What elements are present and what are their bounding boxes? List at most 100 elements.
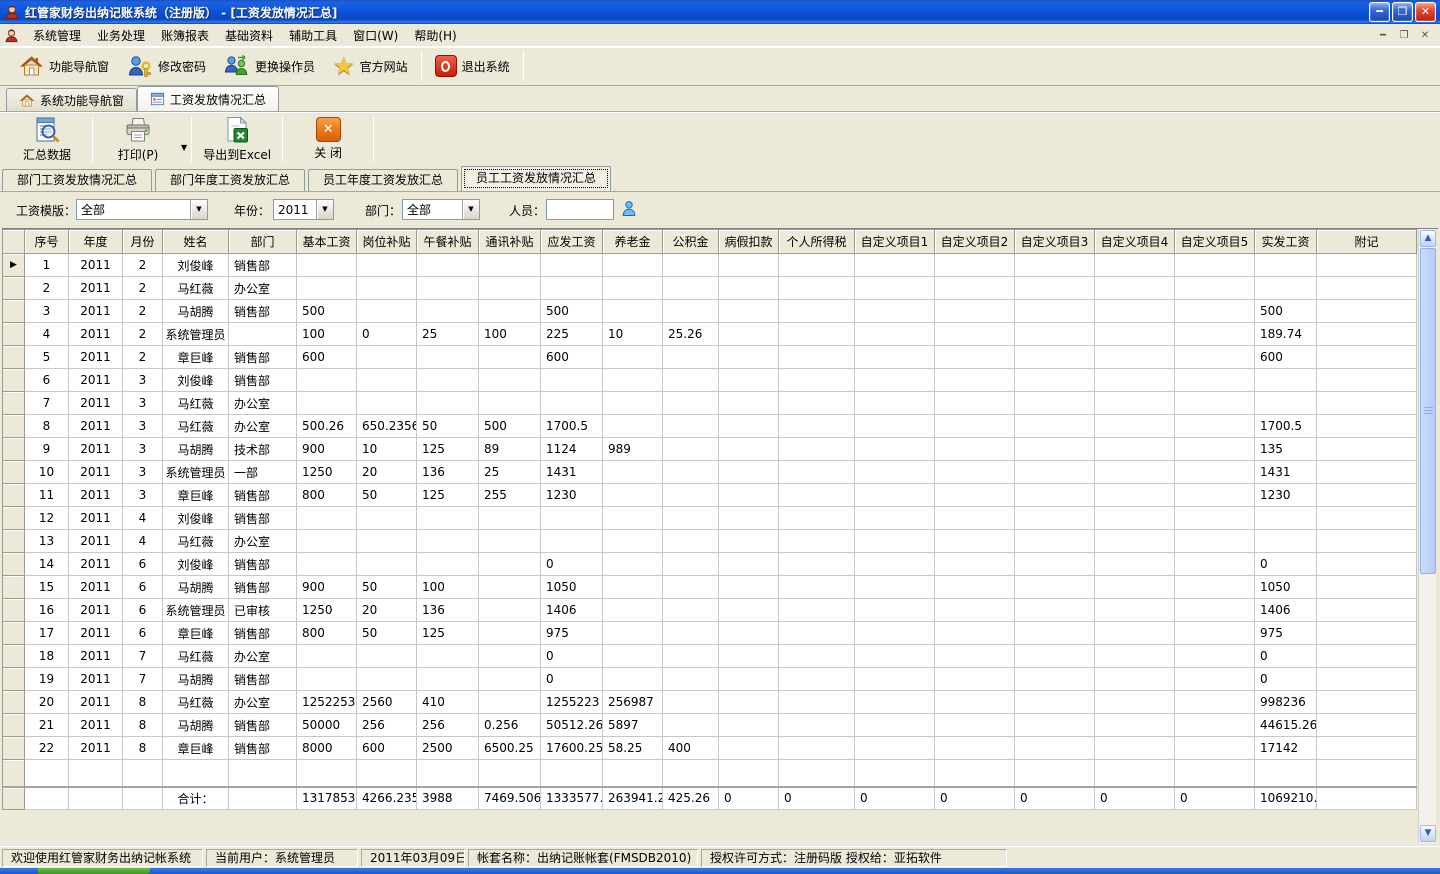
cell[interactable] [297, 668, 357, 691]
cell[interactable] [1317, 576, 1417, 599]
cell[interactable]: 1050 [541, 576, 603, 599]
cell[interactable] [1317, 461, 1417, 484]
cell[interactable]: 900 [297, 576, 357, 599]
column-header[interactable]: 公积金 [663, 230, 719, 254]
cell[interactable]: 25 [417, 323, 479, 346]
cell[interactable] [935, 346, 1015, 369]
column-header[interactable]: 养老金 [603, 230, 663, 254]
cell[interactable] [479, 392, 541, 415]
cell[interactable] [1175, 323, 1255, 346]
scrollbar-thumb[interactable] [1420, 248, 1436, 574]
cell[interactable] [1317, 599, 1417, 622]
cell[interactable]: 刘俊峰 [163, 369, 229, 392]
cell[interactable] [479, 346, 541, 369]
menu-system[interactable]: 系统管理 [25, 25, 89, 46]
cell[interactable]: 5 [25, 346, 69, 369]
cell[interactable]: 2011 [69, 599, 123, 622]
cell[interactable] [663, 622, 719, 645]
cell[interactable] [603, 668, 663, 691]
cell[interactable]: 255 [479, 484, 541, 507]
cell[interactable]: 0 [541, 645, 603, 668]
cell[interactable] [1255, 507, 1317, 530]
cell[interactable]: 18 [25, 645, 69, 668]
cell[interactable] [719, 691, 779, 714]
cell[interactable] [779, 737, 855, 760]
cell[interactable] [357, 392, 417, 415]
cell[interactable] [1317, 737, 1417, 760]
cell[interactable]: 600 [541, 346, 603, 369]
cell[interactable]: 89 [479, 438, 541, 461]
cell[interactable]: 100 [297, 323, 357, 346]
cell[interactable] [479, 300, 541, 323]
cell[interactable]: 600 [297, 346, 357, 369]
cell[interactable]: 4 [25, 323, 69, 346]
cell[interactable] [357, 668, 417, 691]
cell[interactable] [1095, 346, 1175, 369]
cell[interactable] [1095, 254, 1175, 277]
cell[interactable] [663, 461, 719, 484]
cell[interactable] [479, 553, 541, 576]
cell[interactable] [1095, 714, 1175, 737]
cell[interactable]: 2011 [69, 438, 123, 461]
cell[interactable] [1095, 300, 1175, 323]
cell[interactable] [779, 323, 855, 346]
cell[interactable]: 马红薇 [163, 415, 229, 438]
cell[interactable]: 10 [357, 438, 417, 461]
minimize-button-icon[interactable]: ━ [1369, 2, 1390, 22]
cell[interactable]: 21 [25, 714, 69, 737]
cell[interactable] [719, 461, 779, 484]
cell[interactable] [417, 507, 479, 530]
cell[interactable] [357, 507, 417, 530]
cell[interactable] [1175, 737, 1255, 760]
cell[interactable]: 16 [25, 599, 69, 622]
tab-employee-annual-salary[interactable]: 员工年度工资发放汇总 [308, 169, 458, 191]
close-button-icon[interactable]: ✕ [1415, 2, 1436, 22]
cell[interactable]: 100 [479, 323, 541, 346]
cell[interactable]: 44615.26 [1255, 714, 1317, 737]
cell[interactable]: 50 [417, 415, 479, 438]
cell[interactable] [1095, 461, 1175, 484]
cell[interactable]: 马红薇 [163, 277, 229, 300]
column-header[interactable]: 自定义项目1 [855, 230, 935, 254]
cell[interactable]: 1431 [1255, 461, 1317, 484]
cell[interactable]: 3 [123, 461, 163, 484]
table-row[interactable]: 1920117马胡腾销售部00 [3, 668, 1417, 691]
cell[interactable] [1255, 254, 1317, 277]
row-selector[interactable] [3, 300, 25, 323]
table-row[interactable]: 1320114马红薇办公室 [3, 530, 1417, 553]
cell[interactable] [417, 254, 479, 277]
cell[interactable]: 500 [541, 300, 603, 323]
table-row[interactable]: 1420116刘俊峰销售部00 [3, 553, 1417, 576]
close-view-button[interactable]: ✕ 关 闭 [285, 114, 371, 164]
cell[interactable]: 系统管理员 [163, 461, 229, 484]
cell[interactable]: 256987 [603, 691, 663, 714]
cell[interactable]: 1700.5 [1255, 415, 1317, 438]
cell[interactable] [1175, 484, 1255, 507]
cell[interactable] [779, 369, 855, 392]
cell[interactable] [719, 277, 779, 300]
cell[interactable] [719, 737, 779, 760]
row-selector[interactable] [3, 622, 25, 645]
row-selector[interactable] [3, 691, 25, 714]
cell[interactable] [1015, 300, 1095, 323]
row-selector[interactable] [3, 438, 25, 461]
row-selector[interactable] [3, 484, 25, 507]
cell[interactable] [1175, 369, 1255, 392]
change-password-button[interactable]: 修改密码 [118, 50, 215, 82]
cell[interactable] [1175, 415, 1255, 438]
cell[interactable] [935, 507, 1015, 530]
cell[interactable] [1015, 622, 1095, 645]
export-excel-button[interactable]: 导出到Excel [194, 114, 280, 164]
cell[interactable] [935, 691, 1015, 714]
cell[interactable] [603, 415, 663, 438]
cell[interactable]: 20 [357, 461, 417, 484]
cell[interactable] [357, 300, 417, 323]
cell[interactable]: 2011 [69, 737, 123, 760]
cell[interactable] [855, 530, 935, 553]
cell[interactable] [1015, 599, 1095, 622]
cell[interactable] [855, 415, 935, 438]
cell[interactable]: 2011 [69, 691, 123, 714]
cell[interactable] [779, 507, 855, 530]
summarize-data-button[interactable]: 汇总数据 [4, 114, 90, 164]
cell[interactable] [541, 392, 603, 415]
